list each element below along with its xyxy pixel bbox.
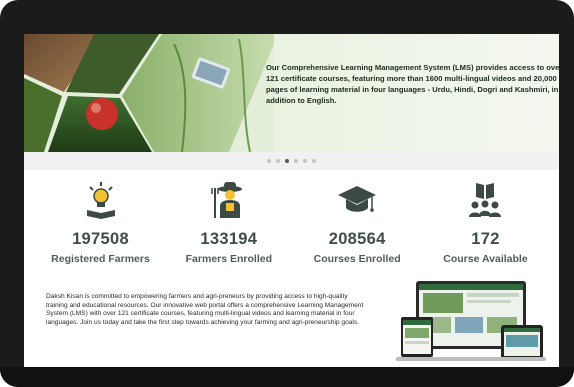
hero-photo-collage: [24, 34, 274, 152]
stat-value: 197508: [72, 230, 129, 248]
stat-course-available: 172 Course Available: [423, 180, 548, 272]
stat-value: 133194: [200, 230, 258, 248]
graduation-cap-icon: [338, 186, 377, 212]
carousel-dot[interactable]: [312, 159, 316, 163]
stat-label: Course Available: [443, 253, 528, 265]
device-bezel-bottom: [0, 367, 574, 387]
stat-label: Registered Farmers: [51, 253, 150, 265]
carousel-dot[interactable]: [294, 159, 298, 163]
stat-registered-farmers: 197508 Registered Farmers: [38, 180, 163, 272]
stat-value: 172: [471, 230, 500, 248]
device-mockups-image: [396, 281, 546, 361]
stat-label: Courses Enrolled: [313, 253, 401, 265]
carousel-dot[interactable]: [303, 159, 307, 163]
website-screen: Our Comprehensive Learning Management Sy…: [24, 34, 559, 367]
carousel-dot[interactable]: [267, 159, 271, 163]
stat-courses-enrolled: 208564 Courses Enrolled: [295, 180, 420, 272]
hero-description: Our Comprehensive Learning Management Sy…: [266, 63, 559, 105]
hero-banner: Our Comprehensive Learning Management Sy…: [24, 34, 559, 152]
stat-label: Farmers Enrolled: [185, 253, 273, 265]
statistics-row: 197508 Registered Farmers 133194 Farmers…: [38, 180, 548, 272]
stat-farmers-enrolled: 133194 Farmers Enrolled: [166, 180, 291, 272]
farmer-icon: [211, 182, 242, 218]
stat-value: 208564: [328, 230, 386, 248]
carousel-indicators: [24, 152, 559, 170]
about-description: Daksh Kisan is committed to empowering f…: [46, 293, 364, 326]
carousel-dot[interactable]: [276, 159, 280, 163]
carousel-dot-active[interactable]: [285, 159, 289, 163]
lightbulb-book-icon: [86, 182, 115, 219]
book-group-icon: [469, 183, 502, 217]
